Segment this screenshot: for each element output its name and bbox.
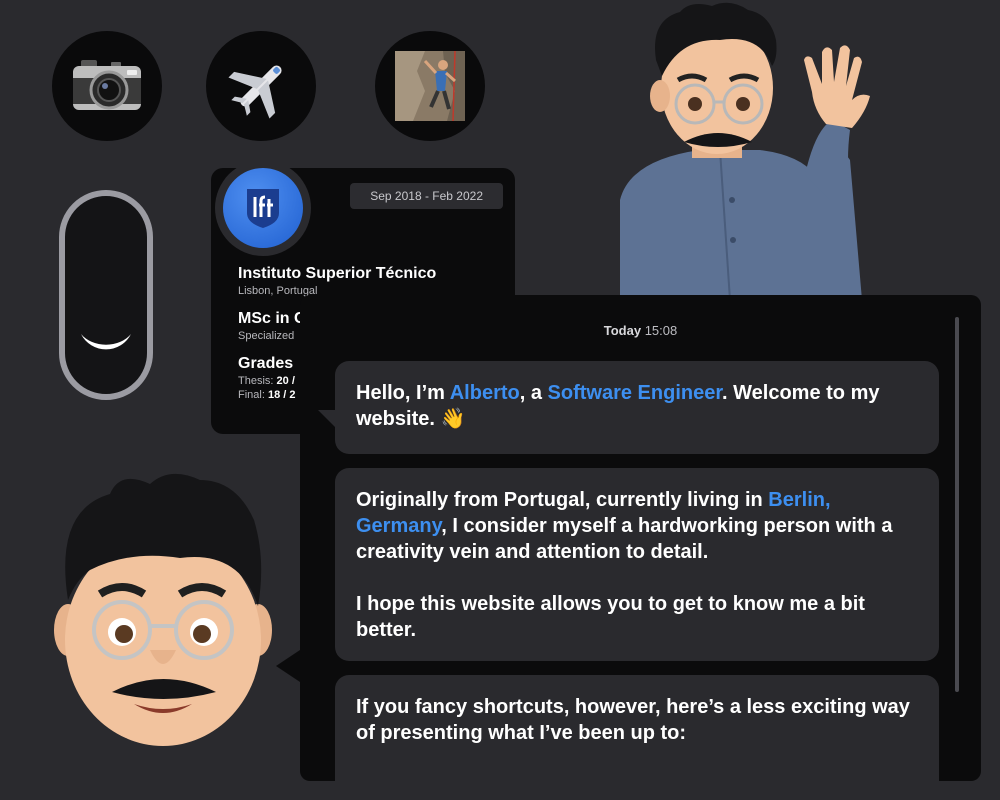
moon-icon: [81, 334, 131, 350]
chat-scrollbar[interactable]: [955, 317, 959, 692]
camera-icon: [73, 60, 141, 110]
climbing-icon: [395, 51, 465, 121]
greeting-bubble-tail: [318, 410, 336, 428]
face-memoji-avatar: [54, 473, 272, 746]
airplane-icon: [228, 65, 282, 119]
education-date-badge: Sep 2018 - Feb 2022: [350, 183, 503, 209]
name-highlight: Alberto: [449, 382, 520, 404]
role-highlight: Software Engineer: [547, 382, 723, 404]
chat-message-greeting: Hello, I’m Alberto, a Software Engineer.…: [335, 361, 939, 454]
waving-memoji-avatar: [620, 2, 870, 300]
ist-logo: [223, 168, 303, 248]
travel-interest-button[interactable]: [206, 31, 316, 141]
theme-toggle[interactable]: [59, 190, 153, 400]
photography-interest-button[interactable]: [52, 31, 162, 141]
chat-timestamp: Today 15:08: [603, 323, 678, 338]
school-name: Instituto Superior Técnico: [238, 265, 437, 282]
climbing-interest-button[interactable]: [375, 31, 485, 141]
chat-window-tail: [276, 650, 300, 682]
chat-message-about: Originally from Portugal, currently livi…: [335, 468, 939, 661]
chat-message-shortcuts: If you fancy shortcuts, however, here’s …: [335, 675, 939, 781]
chat-window: Today 15:08 Hello, I’m Alberto, a Softwa…: [300, 295, 981, 781]
